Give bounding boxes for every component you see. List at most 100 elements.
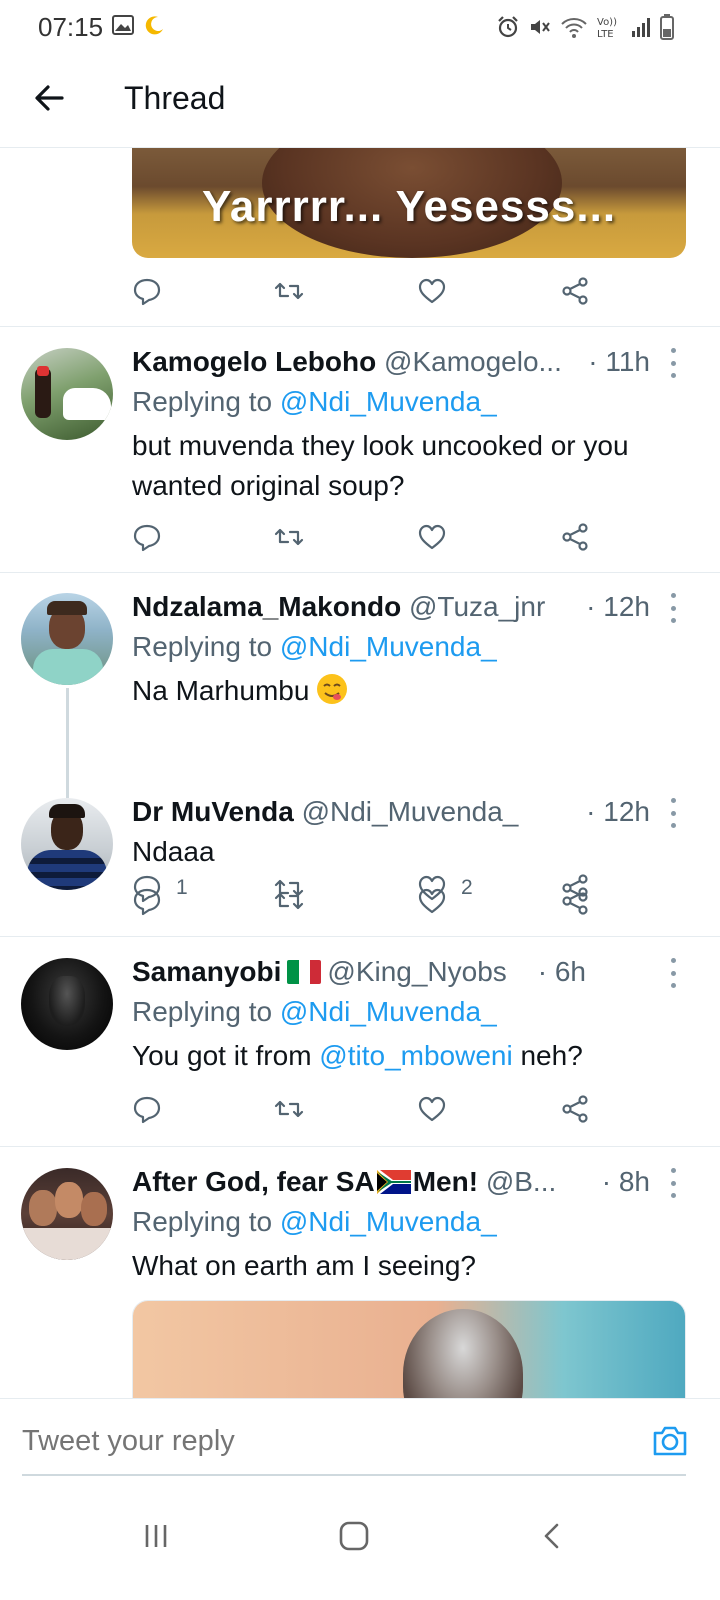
- tweet-actions: [132, 886, 602, 920]
- share-button[interactable]: [560, 1094, 590, 1124]
- svg-text:LTE: LTE: [597, 29, 614, 40]
- replying-to: Replying to @Ndi_Muvenda_: [132, 631, 497, 663]
- gallery-icon: [112, 15, 134, 35]
- divider: [0, 572, 720, 573]
- mention-link[interactable]: @Ndi_Muvenda_: [280, 1206, 497, 1237]
- like-button[interactable]: [417, 1094, 447, 1124]
- tweet-text: Na Marhumbu: [132, 671, 682, 711]
- recent-apps-button[interactable]: [126, 1506, 186, 1566]
- mute-icon: [531, 20, 550, 34]
- status-time: 07:15: [38, 12, 104, 42]
- retweet-button[interactable]: [274, 522, 304, 552]
- avatar[interactable]: [21, 1168, 113, 1260]
- more-options-button[interactable]: [666, 958, 680, 988]
- reply-button[interactable]: [132, 1094, 162, 1124]
- recent-apps-icon: [145, 1525, 167, 1547]
- replying-label: Replying to: [132, 386, 273, 417]
- like-button[interactable]: [417, 522, 461, 552]
- tweet-text: Ndaaa: [132, 836, 215, 867]
- system-nav-bar: [0, 1484, 720, 1600]
- tweet-text-body: neh?: [520, 1040, 583, 1071]
- tweet-time: · 12h: [582, 591, 650, 623]
- thread-feed[interactable]: Yarrrrr... Yesesss... Kamogelo Leboho @K…: [0, 148, 720, 1398]
- more-options-button[interactable]: [666, 348, 680, 378]
- camera-icon: [653, 1426, 687, 1456]
- share-icon: [562, 887, 588, 915]
- mention-link[interactable]: @Ndi_Muvenda_: [280, 631, 497, 662]
- media-caption: Yarrrrr... Yesesss...: [201, 182, 617, 231]
- author-handle[interactable]: @Kamogelo...: [384, 346, 562, 377]
- author-name[interactable]: Kamogelo Leboho: [132, 346, 376, 377]
- share-button[interactable]: [560, 276, 590, 306]
- alarm-icon: [498, 16, 518, 38]
- author-name[interactable]: Samanyobi: [132, 956, 281, 987]
- reply-icon: [133, 524, 161, 552]
- avatar[interactable]: [21, 593, 113, 685]
- share-button[interactable]: [560, 522, 590, 552]
- tweet-text-body: Na Marhumbu: [132, 675, 310, 706]
- more-options-button[interactable]: [666, 593, 680, 623]
- avatar[interactable]: [21, 958, 113, 1050]
- arrow-left-icon: [35, 85, 64, 111]
- retweet-button[interactable]: [274, 886, 304, 916]
- home-button[interactable]: [324, 1506, 384, 1566]
- tweet-text: You got it from @tito_mboweni neh?: [132, 1036, 682, 1076]
- back-button[interactable]: [30, 78, 70, 118]
- author-handle[interactable]: @King_Nyobs: [327, 956, 506, 987]
- status-bar: 07:15 Vo)) LTE: [0, 0, 720, 54]
- divider: [0, 936, 720, 937]
- tweet-media-image[interactable]: [132, 1300, 686, 1398]
- heart-icon: [418, 1096, 446, 1122]
- reply-icon: [133, 888, 161, 916]
- author-name[interactable]: After God, fear SA Men!: [132, 1166, 478, 1197]
- signal-icon: [632, 18, 650, 37]
- system-back-button[interactable]: [522, 1506, 582, 1566]
- replying-label: Replying to: [132, 1206, 273, 1237]
- share-icon: [562, 277, 588, 305]
- face-savoring-food-emoji-icon: [317, 674, 348, 704]
- tweet-time: · 12h: [582, 796, 650, 828]
- author-name[interactable]: Dr MuVenda: [132, 796, 294, 827]
- more-options-button[interactable]: [666, 1168, 680, 1198]
- mention-link[interactable]: @tito_mboweni: [319, 1040, 512, 1071]
- heart-icon: [418, 888, 446, 914]
- tweet-time: · 11h: [584, 346, 650, 378]
- author-handle[interactable]: @Ndi_Muvenda_: [302, 796, 519, 827]
- svg-text:Vo)): Vo)): [597, 17, 617, 28]
- home-icon: [339, 1521, 369, 1551]
- author-handle[interactable]: @B...: [486, 1166, 556, 1197]
- like-button[interactable]: [417, 886, 447, 916]
- italy-flag-icon: [287, 960, 322, 984]
- heart-icon: [418, 524, 446, 550]
- author-name[interactable]: Ndzalama_Makondo: [132, 591, 401, 622]
- tweet-actions: [132, 1094, 602, 1128]
- retweet-button[interactable]: [274, 276, 304, 306]
- retweet-icon: [274, 282, 304, 300]
- share-button[interactable]: [560, 886, 590, 916]
- tweet-time: · 8h: [597, 1166, 650, 1198]
- reply-button[interactable]: [132, 522, 176, 552]
- tweet-time: · 6h: [533, 956, 586, 988]
- author-handle[interactable]: @Tuza_jnr: [409, 591, 545, 622]
- reply-button[interactable]: [132, 276, 162, 306]
- more-options-button[interactable]: [666, 798, 680, 828]
- like-button[interactable]: [417, 276, 447, 306]
- volte-icon: Vo)) LTE: [597, 17, 617, 40]
- mention-link[interactable]: @Ndi_Muvenda_: [280, 996, 497, 1027]
- composer-underline: [22, 1474, 686, 1476]
- mention-link[interactable]: @Ndi_Muvenda_: [280, 386, 497, 417]
- camera-button[interactable]: [650, 1421, 690, 1461]
- replying-label: Replying to: [132, 631, 273, 662]
- reply-button[interactable]: [132, 886, 162, 916]
- retweet-icon: [274, 1100, 304, 1118]
- retweet-button[interactable]: [274, 1094, 304, 1124]
- avatar[interactable]: [21, 348, 113, 440]
- avatar[interactable]: [21, 798, 113, 890]
- reply-icon: [133, 278, 161, 306]
- retweet-icon: [274, 892, 304, 910]
- reply-input[interactable]: [22, 1425, 622, 1458]
- tweet-actions: [132, 276, 602, 310]
- replying-to: Replying to @Ndi_Muvenda_: [132, 1206, 497, 1238]
- tweet-text: What on earth am I seeing?: [132, 1250, 476, 1281]
- tweet-media-image[interactable]: Yarrrrr... Yesesss...: [132, 148, 686, 258]
